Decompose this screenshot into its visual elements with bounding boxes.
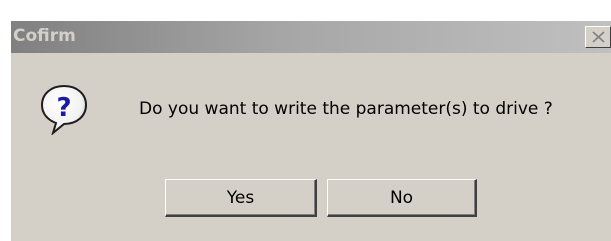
no-button-label: No — [389, 187, 414, 208]
yes-button[interactable]: Yes — [165, 179, 317, 217]
confirm-dialog: Cofirm ? Do you want to write the parame… — [9, 20, 611, 241]
dialog-title: Cofirm — [13, 26, 76, 46]
title-bar[interactable]: Cofirm — [11, 21, 611, 53]
dialog-message: Do you want to write the parameter(s) to… — [139, 99, 553, 119]
yes-button-label: Yes — [226, 187, 255, 208]
question-icon: ? — [40, 84, 88, 135]
close-icon — [592, 31, 605, 43]
no-button[interactable]: No — [327, 179, 477, 217]
question-glyph: ? — [56, 93, 71, 123]
close-button[interactable] — [585, 26, 611, 48]
